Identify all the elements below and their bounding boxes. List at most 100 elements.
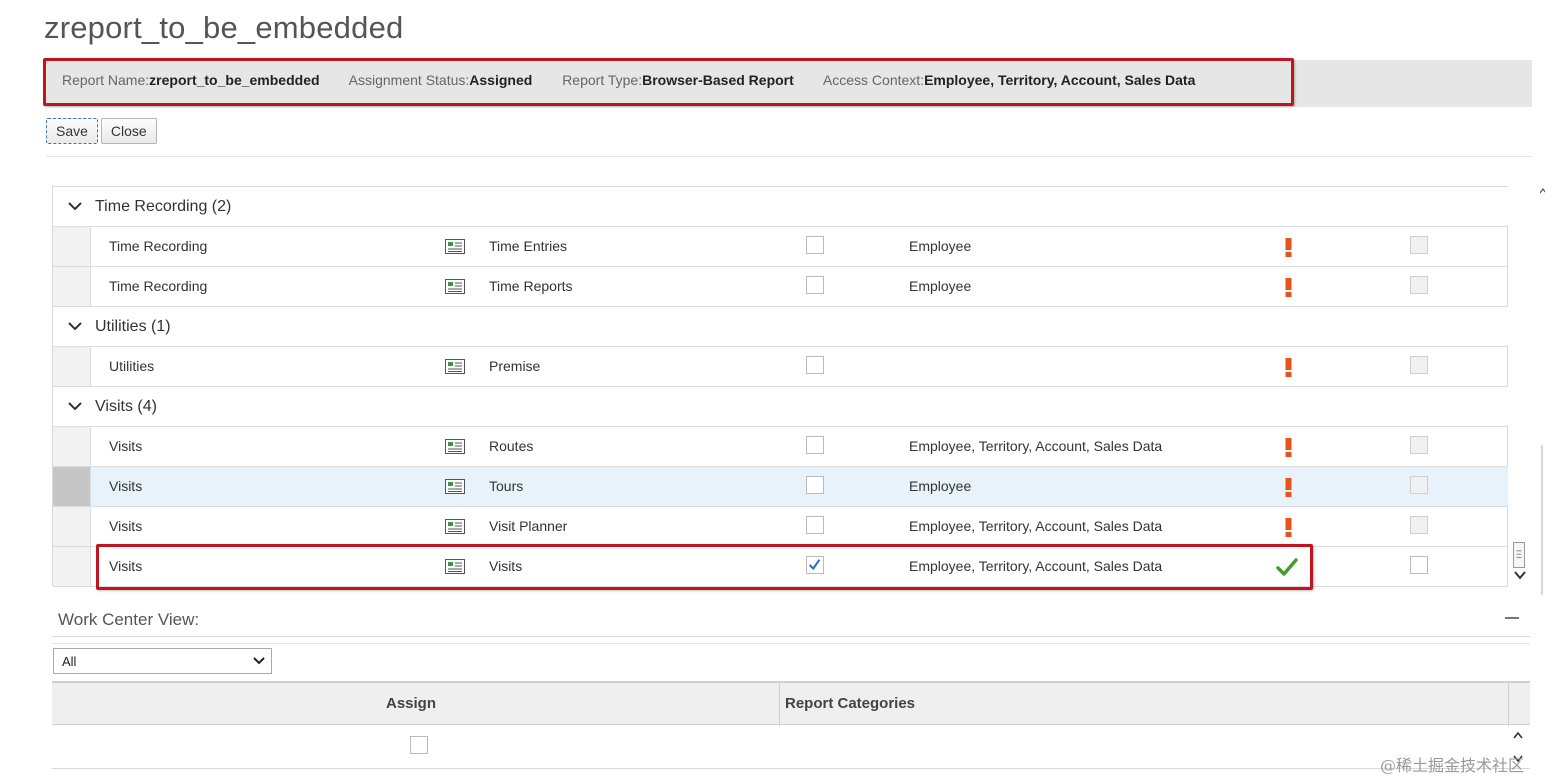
assignment-status-value: Assigned [469, 72, 533, 88]
category-cell: Utilities [109, 358, 155, 374]
access-context-value: Employee, Territory, Account, Sales Data [924, 72, 1196, 88]
report-name-cell: Time Entries [489, 238, 568, 254]
row-selector[interactable] [53, 507, 91, 546]
report-icon [445, 239, 465, 254]
divider [52, 636, 1530, 637]
warning-icon [1285, 478, 1292, 497]
default-checkbox[interactable] [1410, 556, 1428, 574]
report-name-cell: Routes [489, 438, 534, 454]
work-center-view-label: Work Center View: [58, 610, 200, 629]
report-icon [445, 479, 465, 494]
divider [46, 156, 1532, 157]
report-info-bar: Report Name:zreport_to_be_embedded Assig… [44, 60, 1532, 107]
check-ok-icon [1276, 558, 1298, 576]
work-center-filter-select[interactable]: All [53, 648, 272, 674]
category-cell: Time Recording [109, 278, 208, 294]
watermark: @稀土掘金技术社区 [1380, 756, 1525, 775]
report-type-value: Browser-Based Report [642, 72, 794, 88]
assign-checkbox[interactable] [806, 356, 824, 374]
row-selector[interactable] [53, 347, 91, 386]
report-name-value: zreport_to_be_embedded [149, 72, 320, 88]
report-type-info: Report Type:Browser-Based Report [562, 72, 794, 88]
column-header-report-categories[interactable]: Report Categories [785, 695, 915, 712]
column-header-assign[interactable]: Assign [386, 695, 436, 712]
chevron-down-icon [253, 657, 265, 665]
default-checkbox [1410, 356, 1428, 374]
report-name-cell: Tours [489, 478, 524, 494]
warning-icon [1285, 518, 1292, 537]
assign-checkbox[interactable] [806, 436, 824, 454]
category-cell: Visits [109, 558, 143, 574]
group-label: Time Recording (2) [95, 198, 232, 215]
default-checkbox [1410, 436, 1428, 454]
chevron-down-icon[interactable] [67, 400, 83, 412]
scroll-up-icon[interactable] [1540, 188, 1545, 194]
assign-checkbox[interactable] [806, 276, 824, 294]
access-context-cell: Employee [909, 278, 972, 294]
warning-icon [1285, 238, 1292, 257]
work-center-table-header: Assign Report Categories [52, 681, 1530, 726]
scrollbar-handle[interactable] [1513, 542, 1525, 568]
save-button[interactable]: Save [46, 118, 98, 144]
toolbar: Save Close [46, 118, 157, 144]
table-row[interactable]: Time Recording Time Entries Employee [53, 227, 1508, 267]
group-label: Visits (4) [95, 398, 157, 415]
category-cell: Visits [109, 438, 143, 454]
table-row[interactable]: Utilities Premise [53, 347, 1508, 387]
filter-selected-value: All [62, 654, 77, 669]
group-row-time-recording[interactable]: Time Recording (2) [53, 187, 1508, 227]
scroll-up-icon[interactable] [1512, 730, 1524, 742]
category-cell: Time Recording [109, 238, 208, 254]
row-selector[interactable] [53, 547, 91, 586]
report-assignment-grid: Time Recording (2) Time Recording Time E… [52, 186, 1508, 587]
row-selector[interactable] [53, 267, 91, 306]
report-name-cell: Premise [489, 358, 541, 374]
chevron-down-icon[interactable] [67, 200, 83, 212]
page-title: zreport_to_be_embedded [44, 10, 404, 45]
collapse-icon[interactable] [1505, 617, 1519, 619]
group-label: Utilities (1) [95, 318, 171, 335]
report-name-cell: Time Reports [489, 278, 573, 294]
divider [52, 643, 1530, 644]
report-icon [445, 439, 465, 454]
report-name-cell: Visit Planner [489, 518, 568, 534]
group-row-utilities[interactable]: Utilities (1) [53, 307, 1508, 347]
category-cell: Visits [109, 518, 143, 534]
row-selector[interactable] [53, 227, 91, 266]
assign-checkbox[interactable] [806, 236, 824, 254]
table-row[interactable]: Time Recording Time Reports Employee [53, 267, 1508, 307]
table-row[interactable]: Visits Visit Planner Employee, Territory… [53, 507, 1508, 547]
column-divider [779, 683, 780, 726]
warning-icon [1285, 438, 1292, 457]
report-icon [445, 359, 465, 374]
access-context-cell: Employee, Territory, Account, Sales Data [909, 558, 1163, 574]
report-icon [445, 559, 465, 574]
default-checkbox [1410, 236, 1428, 254]
report-icon [445, 519, 465, 534]
scroll-down-icon[interactable] [1513, 568, 1527, 582]
table-row[interactable]: Visits Visits Employee, Territory, Accou… [53, 547, 1508, 587]
row-selector[interactable] [53, 467, 91, 506]
table-row-selected[interactable]: Visits Tours Employee [53, 467, 1508, 507]
close-button[interactable]: Close [100, 118, 157, 144]
row-selector[interactable] [53, 427, 91, 466]
default-checkbox [1410, 516, 1428, 534]
access-context-cell: Employee [909, 238, 972, 254]
checkmark-icon [808, 559, 821, 571]
scrollbar-track[interactable] [1541, 445, 1543, 595]
access-context-cell: Employee [909, 478, 972, 494]
category-cell: Visits [109, 478, 143, 494]
table-row[interactable] [52, 726, 1530, 769]
chevron-down-icon[interactable] [67, 320, 83, 332]
group-row-visits[interactable]: Visits (4) [53, 387, 1508, 427]
assign-checkbox[interactable] [806, 476, 824, 494]
assign-checkbox[interactable] [806, 516, 824, 534]
warning-icon [1285, 278, 1292, 297]
assign-checkbox[interactable] [410, 736, 428, 754]
assign-checkbox-checked[interactable] [806, 556, 824, 574]
report-icon [445, 279, 465, 294]
access-context-info: Access Context:Employee, Territory, Acco… [822, 72, 1196, 88]
table-row[interactable]: Visits Routes Employee, Territory, Accou… [53, 427, 1508, 467]
access-context-cell: Employee, Territory, Account, Sales Data [909, 518, 1163, 534]
column-divider [1508, 683, 1509, 726]
